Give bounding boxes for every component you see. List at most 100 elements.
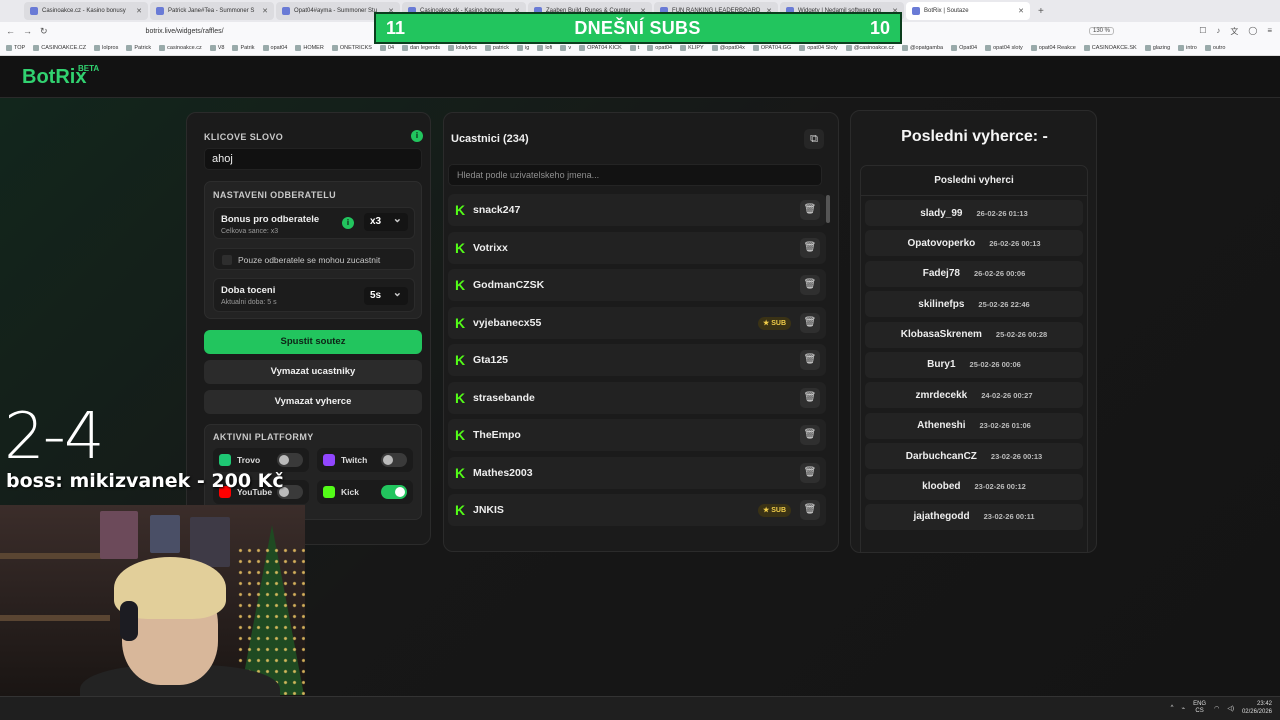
scrollbar[interactable] (826, 195, 830, 223)
audio-icon[interactable]: ♪ (1216, 26, 1220, 37)
headset (120, 601, 138, 641)
close-icon[interactable]: ✕ (1018, 7, 1024, 15)
browser-tab[interactable]: Casinoakce.cz - Kasino bonusy ✕ (24, 2, 148, 20)
trash-icon[interactable]: 🗑 (800, 200, 820, 220)
bookmark-item[interactable]: patrick (485, 45, 509, 51)
translate-icon[interactable]: 文 (1230, 26, 1238, 37)
bookmark-item[interactable]: Patrick (126, 45, 151, 51)
zoom-indicator[interactable]: 130 % (1088, 27, 1114, 35)
bookmark-item[interactable]: glazing (1145, 45, 1170, 51)
bonus-info-icon[interactable]: i (342, 217, 354, 229)
botrix-logo[interactable]: BotRix BETA (22, 64, 99, 89)
spin-duration-select[interactable]: 5s (364, 286, 408, 305)
kick-icon: K (455, 239, 466, 256)
winner-date: 25-02-26 22:46 (978, 299, 1030, 309)
bookmark-item[interactable]: ONETRICKS (332, 45, 372, 51)
winner-name: skilinefps (918, 298, 965, 310)
bookmark-item[interactable]: @opat04x (712, 45, 745, 51)
trash-icon[interactable]: 🗑 (800, 237, 820, 258)
info-icon[interactable]: i (411, 130, 423, 142)
bookmark-item[interactable]: lolalytics (448, 45, 477, 51)
bookmark-item[interactable]: opat04 (647, 45, 672, 51)
bookmark-item[interactable]: TOP (6, 45, 25, 51)
bookmark-item[interactable]: OPAT04.GG (753, 45, 791, 51)
copy-icon[interactable]: ⧉ (804, 129, 824, 149)
only-subscribers-row[interactable]: Pouze odberatele se mohou zucastnit (213, 248, 415, 270)
browser-tab[interactable]: BotRix | Soutaze ✕ (906, 2, 1030, 20)
bookmark-item[interactable]: CASINOAKCE.CZ (33, 45, 86, 51)
wifi-icon[interactable]: ◠ (1214, 705, 1219, 712)
bookmark-item[interactable]: outro (1205, 45, 1226, 51)
bookmark-item[interactable]: ig (517, 45, 529, 51)
system-tray: ^ ⌁ ENG CS ◠ ◁) 23:42 02/26/2026 (1171, 700, 1272, 716)
forward-icon[interactable]: → (23, 26, 32, 36)
bookmark-item[interactable]: lolpros (94, 45, 118, 51)
bookmark-item[interactable]: CASINOAKCE.SK (1084, 45, 1137, 51)
address-bar[interactable]: botrix.live/widgets/raffles/ (146, 28, 224, 35)
tab-favicon-icon (156, 7, 164, 15)
bookmark-item[interactable]: OPAT04 KICK (579, 45, 622, 51)
menu-icon[interactable]: ≡ (1267, 26, 1272, 37)
bookmark-item[interactable]: t (630, 45, 640, 51)
start-raffle-button[interactable]: Spustit soutez (204, 330, 422, 354)
bookmark-item[interactable]: v (560, 45, 571, 51)
trash-icon[interactable]: 🗑 (800, 350, 820, 370)
trash-icon[interactable]: 🗑 (800, 500, 820, 520)
bookmark-item[interactable]: Patrik (232, 45, 254, 51)
bonus-multiplier-select[interactable]: x3 (364, 212, 408, 231)
close-icon[interactable]: ✕ (262, 7, 268, 15)
reload-icon[interactable]: ↻ (40, 26, 48, 37)
bookmark-item[interactable]: opat04 Sloty (799, 45, 838, 51)
kick-toggle[interactable] (381, 485, 407, 499)
poster (150, 515, 180, 553)
volume-icon[interactable]: ◁) (1227, 705, 1234, 712)
trash-icon[interactable]: 🗑 (800, 462, 820, 483)
winner-name: slady_99 (920, 207, 963, 219)
browser-tab[interactable]: Patrick Jane#Tea - Summoner S ✕ (150, 2, 274, 20)
extension-icon[interactable]: ☐ (1199, 26, 1206, 37)
twitch-toggle[interactable] (381, 453, 407, 467)
back-icon[interactable]: ← (6, 26, 15, 36)
bookmark-item[interactable]: @casinoakce.cz (846, 45, 894, 51)
participant-search-input[interactable]: Hledat podle uzivatelskeho jmena... (448, 164, 822, 186)
bookmark-item[interactable]: KLIPY (680, 45, 704, 51)
clock[interactable]: 23:42 02/26/2026 (1242, 700, 1272, 716)
trash-icon[interactable]: 🗑 (800, 387, 820, 408)
participant-row: K Mathes2003 🗑 (448, 456, 826, 489)
bookmark-item[interactable]: opat04 Reakce (1031, 45, 1076, 51)
close-icon[interactable]: ✕ (136, 7, 142, 15)
bookmark-item[interactable]: opat04 sloty (985, 45, 1023, 51)
sub-badge: ★ SUB (758, 316, 791, 330)
platforms-label: AKTIVNI PLATFORMY (213, 432, 314, 442)
winner-row: skilinefps 25-02-26 22:46 (865, 291, 1083, 318)
bookmark-item[interactable]: HOMER (295, 45, 323, 51)
bookmark-item[interactable]: dan legends (402, 45, 440, 51)
winner-date: 25-02-26 00:06 (969, 360, 1021, 370)
trash-icon[interactable]: 🗑 (800, 275, 820, 295)
clear-participants-button[interactable]: Vymazat ucastniky (204, 360, 422, 384)
new-tab-icon[interactable]: + (1038, 6, 1044, 17)
trash-icon[interactable]: 🗑 (800, 425, 820, 445)
winner-row: Atheneshi 23-02-26 01:06 (865, 412, 1083, 439)
trovo-toggle[interactable] (277, 453, 303, 467)
language-indicator[interactable]: ENG CS (1193, 701, 1206, 715)
bookmark-item[interactable]: @opatgamba (902, 45, 943, 51)
trash-icon[interactable]: 🗑 (800, 312, 820, 333)
bookmark-item[interactable]: lofi (537, 45, 552, 51)
participant-row: K Gta125 🗑 (448, 344, 826, 376)
bookmark-item[interactable]: casinoakce.cz (159, 45, 202, 51)
clear-winners-button[interactable]: Vymazat vyherce (204, 390, 422, 414)
keyword-input[interactable]: ahoj (204, 148, 422, 170)
participant-name: vyjebanecx55 (473, 316, 542, 329)
chevron-up-icon[interactable]: ^ (1171, 705, 1174, 711)
browser-extension-icons: ☐ ♪ 文 ◯ ≡ (1199, 26, 1272, 37)
account-icon[interactable]: ◯ (1248, 26, 1257, 37)
winner-name: zmrdecekk (915, 389, 968, 401)
bookmark-item[interactable]: 04 (380, 45, 394, 51)
network-icon[interactable]: ⌁ (1181, 705, 1185, 712)
only-subscribers-checkbox[interactable] (222, 255, 232, 265)
bookmark-item[interactable]: Opat04 (951, 45, 977, 51)
bookmark-item[interactable]: intro (1178, 45, 1197, 51)
bookmark-item[interactable]: opat04 (263, 45, 288, 51)
bookmark-item[interactable]: V8 (210, 45, 225, 51)
